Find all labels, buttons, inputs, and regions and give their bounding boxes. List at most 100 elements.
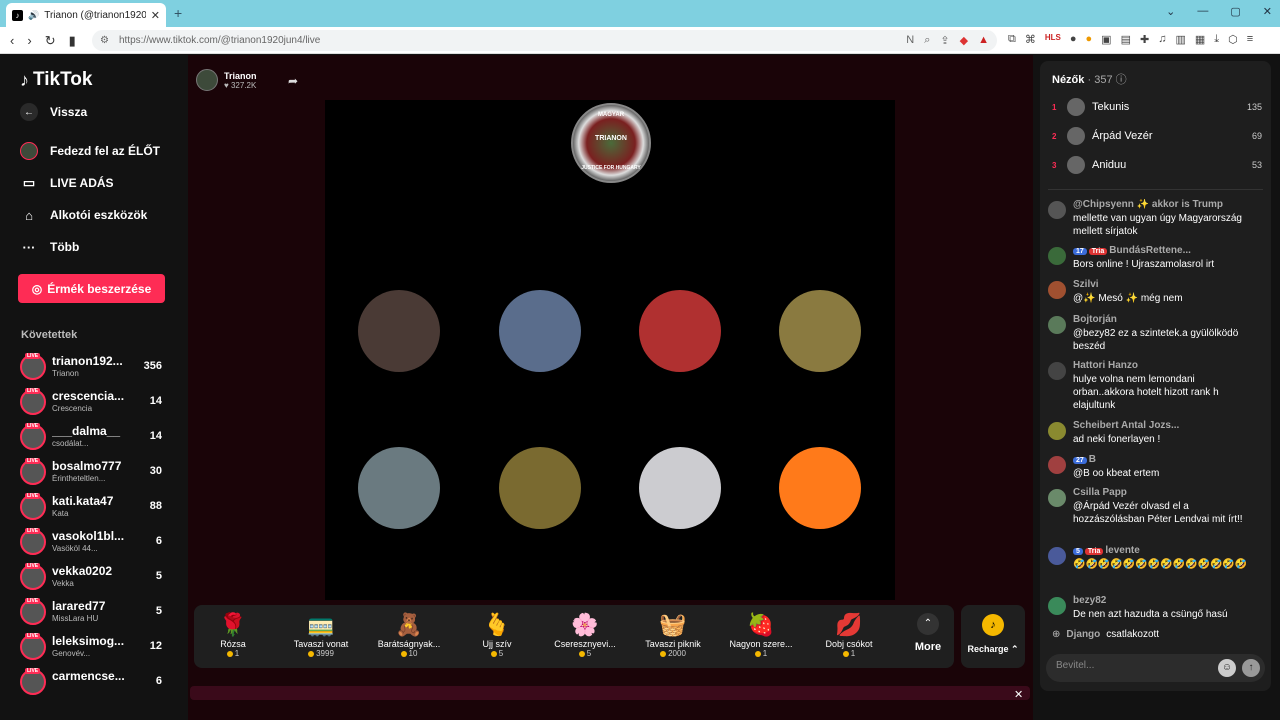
gift-item[interactable]: 🍓 Nagyon szere... 1: [716, 611, 806, 658]
zoom-icon[interactable]: ⌕: [924, 34, 930, 47]
arrow-left-icon: ←: [20, 103, 38, 121]
chat-username[interactable]: Bojtorján: [1073, 314, 1248, 325]
gift-item[interactable]: 🫰 Ujj szív 5: [452, 611, 542, 658]
browser-tab[interactable]: ♪ 🔊 Trianon (@trianon1920jun4) | ✕: [6, 3, 166, 27]
host-avatar[interactable]: [196, 69, 218, 91]
following-item[interactable]: LIVE carmencse... 6: [20, 667, 166, 697]
following-item[interactable]: LIVE vekka0202 Vekka 5: [20, 562, 166, 592]
close-tab-icon[interactable]: ✕: [151, 9, 160, 22]
gift-icon: 🧺: [659, 612, 687, 637]
nav-explore-live[interactable]: Fedezd fel az ÉLŐT: [20, 142, 160, 160]
extension-icon[interactable]: ⧉: [1008, 33, 1016, 46]
gift-item[interactable]: 🌹 Rózsa 1: [188, 611, 278, 658]
media-icon[interactable]: ♫: [1158, 33, 1166, 46]
chat-username[interactable]: Scheibert Antal Jozs...: [1073, 420, 1248, 431]
extension-icon[interactable]: ▤: [1121, 33, 1131, 46]
gift-item[interactable]: 🧸 Barátságnyak... 10: [364, 611, 454, 658]
extension-icon[interactable]: ▣: [1101, 33, 1111, 46]
url-text: https://www.tiktok.com/@trianon1920jun4/…: [118, 35, 321, 46]
extension-icon[interactable]: ⌘: [1025, 33, 1036, 46]
close-window-icon[interactable]: ✕: [1263, 5, 1272, 18]
top-viewer[interactable]: 1 Tekunis 135: [1052, 97, 1262, 117]
guest-avatar[interactable]: [499, 447, 581, 529]
following-item[interactable]: LIVE larared77 MissLara HU 5: [20, 597, 166, 627]
chat-username[interactable]: 17 Tria BundásRettene...: [1073, 245, 1248, 256]
guest-avatar[interactable]: [358, 290, 440, 372]
menu-icon[interactable]: ≡: [1247, 33, 1253, 46]
send-icon[interactable]: ↑: [1242, 659, 1260, 677]
following-item[interactable]: LIVE bosalmo777 Érintheteltlen... 30: [20, 457, 166, 487]
translate-icon[interactable]: N: [906, 34, 914, 47]
extension-icon[interactable]: ⬡: [1228, 33, 1238, 46]
more-gifts-button[interactable]: ⌃ More: [900, 611, 956, 653]
extension-icon[interactable]: ▦: [1195, 33, 1205, 46]
minimize-icon[interactable]: —: [1197, 5, 1208, 18]
following-item[interactable]: LIVE crescencia... Crescencia 14: [20, 387, 166, 417]
live-badge: LIVE: [25, 598, 41, 604]
viewer-score: 69: [1251, 131, 1262, 141]
emoji-icon[interactable]: ☺: [1218, 659, 1236, 677]
chat-username[interactable]: Hattori Hanzo: [1073, 360, 1248, 371]
puzzle-icon[interactable]: ✚: [1140, 33, 1149, 46]
top-viewer[interactable]: 2 Árpád Vezér 69: [1052, 126, 1262, 146]
top-viewer[interactable]: 3 Aniduu 53: [1052, 155, 1262, 175]
gift-item[interactable]: 🌸 Cseresznyevi... 5: [540, 611, 630, 658]
guest-avatar[interactable]: [499, 290, 581, 372]
url-field[interactable]: ⚙ https://www.tiktok.com/@trianon1920jun…: [92, 30, 997, 51]
tiktok-logo[interactable]: ♪ TikTok: [20, 69, 92, 91]
gift-item[interactable]: 🚃 Tavaszi vonat 3999: [276, 611, 366, 658]
following-subtitle: Trianon: [52, 369, 79, 378]
host-info[interactable]: Trianon ♥ 327.2K: [196, 69, 257, 91]
chat-username[interactable]: Szilvi: [1073, 279, 1248, 290]
share-page-icon[interactable]: ⇪: [940, 34, 949, 47]
close-banner-icon[interactable]: ✕: [1014, 688, 1023, 701]
nav-creator-tools[interactable]: ⌂ Alkotói eszközök: [20, 206, 147, 224]
chat-messages[interactable]: @Chipsyenn ✨ akkor is Trump mellette van…: [1040, 195, 1271, 631]
download-icon[interactable]: ⤓: [1214, 33, 1219, 46]
following-item[interactable]: LIVE ___dalma__ csodálat... 14: [20, 422, 166, 452]
following-item[interactable]: LIVE leleksimog... Genovév... 12: [20, 632, 166, 662]
alert-icon[interactable]: ▲: [978, 34, 989, 47]
chat-username[interactable]: Csilla Papp: [1073, 487, 1248, 498]
share-icon[interactable]: ➦: [288, 74, 298, 88]
new-tab-button[interactable]: +: [174, 5, 182, 21]
extension-icon[interactable]: ●: [1086, 33, 1093, 46]
chat-username[interactable]: 27 B: [1073, 454, 1248, 465]
nav-live-studio[interactable]: ▭ LIVE ADÁS: [20, 174, 114, 192]
sidebar-icon[interactable]: ▥: [1175, 33, 1185, 46]
reload-icon[interactable]: ↻: [45, 33, 56, 49]
following-item[interactable]: LIVE trianon192... Trianon 356: [20, 352, 166, 382]
guest-avatar[interactable]: [779, 290, 861, 372]
chat-username[interactable]: bezy82: [1073, 595, 1248, 606]
site-settings-icon[interactable]: ⚙: [100, 35, 109, 46]
gift-icon: 🌸: [571, 612, 599, 637]
extension-icon[interactable]: ●: [1070, 33, 1077, 46]
back-icon[interactable]: ‹: [10, 33, 14, 49]
guest-avatar[interactable]: [639, 290, 721, 372]
chat-username[interactable]: 5 Tria levente: [1073, 545, 1248, 556]
video-player[interactable]: MAGYAR TRIANON JUSTICE FOR HUNGARY: [325, 100, 895, 600]
chat-username[interactable]: @Chipsyenn ✨ akkor is Trump: [1073, 199, 1248, 210]
maximize-icon[interactable]: ▢: [1230, 5, 1240, 18]
buy-coins-button[interactable]: ◎ Érmék beszerzése: [18, 274, 165, 303]
recharge-button[interactable]: ♪ Recharge ⌃: [961, 605, 1025, 668]
info-icon[interactable]: ⓘ: [1116, 74, 1127, 86]
forward-icon[interactable]: ›: [27, 33, 31, 49]
nav-more[interactable]: ··· Több: [20, 238, 80, 256]
extension-icon[interactable]: HLS: [1045, 33, 1061, 46]
guest-avatar[interactable]: [358, 447, 440, 529]
gift-item[interactable]: 💋 Dobj csókot 1: [804, 611, 894, 658]
following-item[interactable]: LIVE kati.kata47 Kata 88: [20, 492, 166, 522]
guest-avatar[interactable]: [639, 447, 721, 529]
gift-price: 1: [188, 649, 278, 658]
guest-avatar[interactable]: [779, 447, 861, 529]
coin-icon: ◎: [31, 281, 43, 296]
gift-item[interactable]: 🧺 Tavaszi piknik 2000: [628, 611, 718, 658]
tab-list-icon[interactable]: ⌄: [1166, 5, 1175, 18]
live-badge: LIVE: [25, 633, 41, 639]
shield-icon[interactable]: ◆: [960, 34, 968, 47]
bookmark-icon[interactable]: ▮: [69, 33, 76, 49]
following-item[interactable]: LIVE vasokol1bl... Vasököl 44... 6: [20, 527, 166, 557]
chat-input[interactable]: [1056, 660, 1206, 671]
back-link[interactable]: ← Vissza: [20, 103, 87, 121]
